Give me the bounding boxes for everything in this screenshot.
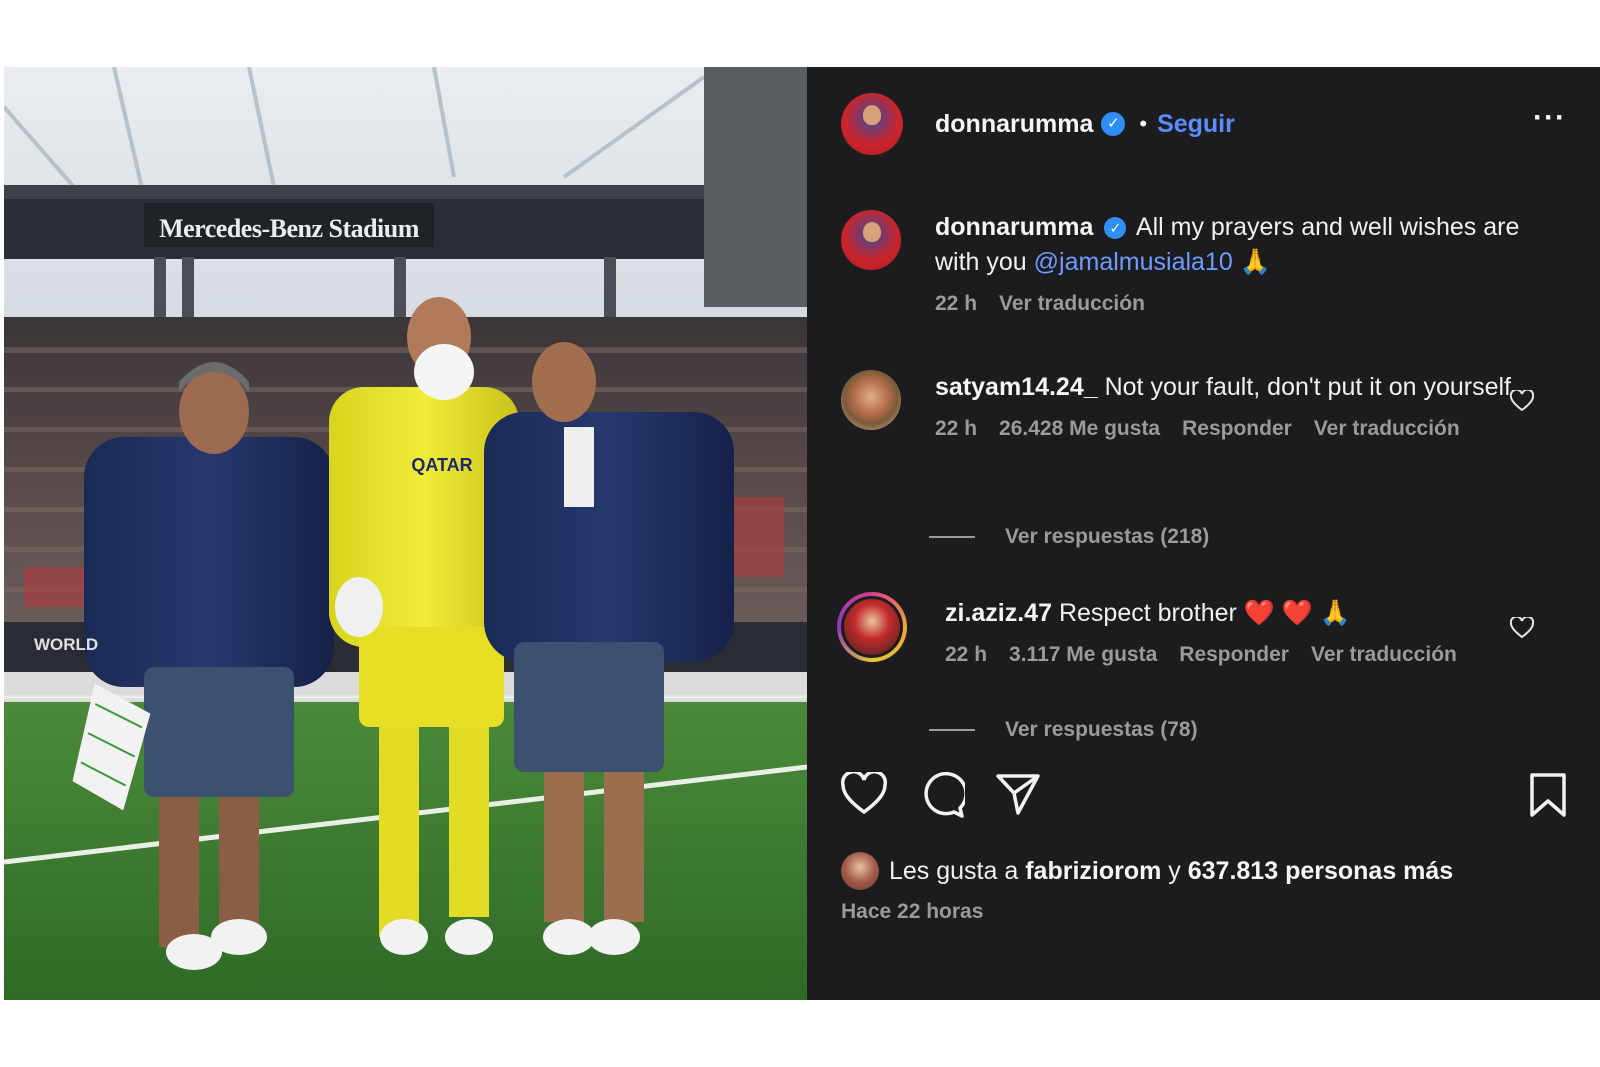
comment-text: Not your fault, don't put it on yourself <box>1104 373 1511 401</box>
comment: satyam14.24_ Not your fault, don't put i… <box>841 370 1561 441</box>
caption-avatar[interactable] <box>841 210 901 270</box>
caption-mention-link[interactable]: @jamalmusiala10 <box>1034 248 1233 276</box>
likes-prefix: Les gusta a <box>889 856 1019 885</box>
post-actions-bar <box>841 772 1566 822</box>
comment: zi.aziz.47 Respect brother ❤️ ❤️ 🙏 22 h … <box>837 592 1561 667</box>
bookmark-icon[interactable] <box>1529 772 1567 818</box>
likes-connector: y <box>1168 856 1181 885</box>
post-timestamp: Hace 22 horas <box>841 900 984 923</box>
ad-board-text: WORLD <box>34 635 99 654</box>
comment-translate-link[interactable]: Ver traducción <box>1314 417 1460 441</box>
post-caption: donnarumma ✓ All my prayers and well wis… <box>841 210 1541 316</box>
liker-username[interactable]: fabriziorom <box>1025 857 1161 885</box>
comment-likes-link[interactable]: 26.428 Me gusta <box>999 417 1160 441</box>
author-username[interactable]: donnarumma <box>935 110 1093 139</box>
commenter-avatar[interactable] <box>841 370 901 430</box>
shirt-sponsor-text: QATAR <box>411 455 473 475</box>
post-details-panel: donnarumma ✓ • Seguir ··· donnarumma ✓ A… <box>807 67 1600 1000</box>
instagram-post: Mercedes-Benz Stadium WORLD QATAR donnar… <box>4 67 1600 1000</box>
author-avatar[interactable] <box>841 93 903 155</box>
post-photo[interactable]: Mercedes-Benz Stadium WORLD QATAR <box>4 67 807 1000</box>
comment-icon[interactable] <box>919 772 965 818</box>
comment-like-heart-icon[interactable] <box>1510 390 1534 412</box>
follow-button[interactable]: Seguir <box>1157 110 1235 139</box>
view-replies-button[interactable]: Ver respuestas (218) <box>929 525 1209 549</box>
comment-reply-button[interactable]: Responder <box>1179 643 1289 667</box>
view-replies-label: Ver respuestas (218) <box>1005 525 1210 548</box>
likes-summary: Les gusta a fabriziorom y 637.813 person… <box>841 852 1453 890</box>
liker-avatar[interactable] <box>841 852 879 890</box>
likes-count-link[interactable]: 637.813 personas más <box>1188 857 1453 885</box>
comment-like-heart-icon[interactable] <box>1510 617 1534 639</box>
separator-dot: • <box>1139 111 1148 136</box>
comment-translate-link[interactable]: Ver traducción <box>1311 643 1457 667</box>
comment-username[interactable]: zi.aziz.47 <box>945 599 1052 627</box>
caption-translate-link[interactable]: Ver traducción <box>999 292 1145 316</box>
comment-time: 22 h <box>935 417 978 440</box>
stadium-sign-text: Mercedes-Benz Stadium <box>159 214 419 243</box>
verified-icon: ✓ <box>1104 217 1127 240</box>
commenter-avatar-story-ring[interactable] <box>837 592 907 662</box>
post-header: donnarumma ✓ • Seguir ··· <box>841 92 1566 156</box>
caption-time: 22 h <box>935 292 978 315</box>
comment-likes-link[interactable]: 3.117 Me gusta <box>1009 643 1157 667</box>
comment-text: Respect brother ❤️ ❤️ 🙏 <box>1058 599 1352 627</box>
share-icon[interactable] <box>995 772 1041 816</box>
replies-divider <box>929 536 975 538</box>
caption-username[interactable]: donnarumma <box>935 213 1093 241</box>
heart-icon[interactable] <box>841 772 887 816</box>
replies-divider <box>929 729 975 731</box>
view-replies-button[interactable]: Ver respuestas (78) <box>929 718 1198 742</box>
view-replies-label: Ver respuestas (78) <box>1005 718 1198 741</box>
comment-time: 22 h <box>945 643 988 666</box>
caption-emoji: 🙏 <box>1239 248 1271 276</box>
comment-reply-button[interactable]: Responder <box>1182 417 1292 441</box>
comment-username[interactable]: satyam14.24_ <box>935 373 1098 401</box>
more-icon[interactable]: ··· <box>1533 103 1566 135</box>
verified-icon: ✓ <box>1101 112 1126 136</box>
